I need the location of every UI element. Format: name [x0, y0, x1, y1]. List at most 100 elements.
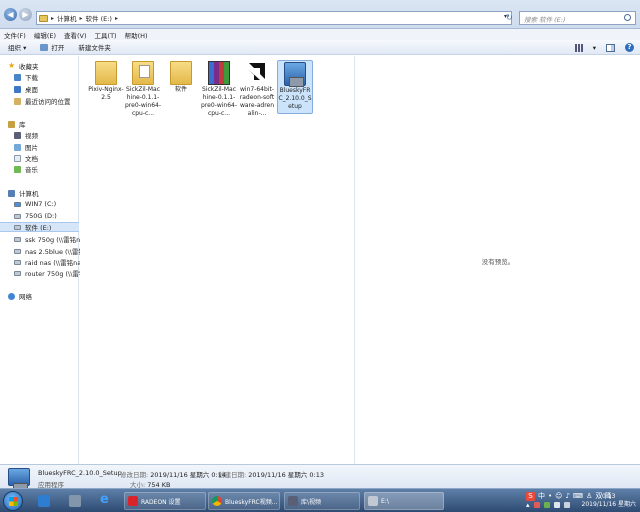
emoji-icon[interactable]: ☺ — [555, 492, 562, 500]
task-label: 库\视频 — [301, 498, 322, 506]
open-button[interactable]: 打开 — [40, 42, 64, 52]
show-hidden-icons[interactable]: ▴ — [526, 501, 530, 509]
nav-net4-label: router 750g (\\雷铭 — [25, 270, 86, 278]
system-tray: S 中 • ☺ ♪ ⌨ ♙ 双 简 ▴ 0:13 2019/11/16 星期六 — [524, 491, 640, 511]
clock[interactable]: 0:13 2019/11/16 星期六 — [582, 493, 637, 509]
view-dropdown-icon[interactable]: ▾ — [593, 44, 596, 52]
change-view-icon[interactable] — [574, 43, 583, 52]
downloads-icon — [14, 73, 21, 81]
nav-drive-e[interactable]: 软件 (E:) — [0, 222, 79, 232]
documents-icon — [14, 154, 21, 162]
nav-drive-d-label: 750G (D:) — [25, 212, 57, 220]
file-name: SickZil-Machine-0.1.1-pre0-win64-cpu-c..… — [201, 86, 237, 117]
drive-icon — [14, 213, 21, 219]
taskbar-pinned-app[interactable] — [32, 492, 56, 510]
menu-view[interactable]: 查看(V) — [64, 30, 87, 40]
punctuation-icon[interactable]: • — [548, 492, 552, 500]
chevron-right-icon: ▸ — [51, 14, 55, 22]
breadcrumb-computer[interactable]: 计算机 — [57, 13, 77, 23]
open-label: 打开 — [51, 44, 65, 52]
modified-label: 修改日期: — [120, 471, 149, 479]
file-item[interactable]: SickZil-Machine-0.1.1-pre0-win64-cpu-c..… — [201, 60, 237, 120]
nav-computer-label: 计算机 — [19, 190, 39, 198]
nav-computer[interactable]: 计算机 — [8, 188, 87, 198]
taskbar-task-radeon[interactable]: RADEON 设置 — [124, 492, 206, 510]
volume-icon[interactable] — [563, 502, 570, 508]
file-item[interactable]: 软件 — [163, 60, 199, 120]
nav-pictures-label: 图片 — [25, 144, 38, 152]
created-value: 2019/11/16 星期六 0:13 — [248, 471, 324, 479]
nav-network[interactable]: 网络 — [8, 291, 87, 301]
network-drive-icon — [14, 259, 21, 265]
nav-libraries[interactable]: 库 — [8, 119, 87, 129]
nav-drive-e-label: 软件 (E:) — [25, 224, 52, 232]
new-folder-button[interactable]: 新建文件夹 — [78, 42, 111, 52]
music-icon — [14, 165, 21, 173]
open-icon — [40, 43, 49, 51]
radeon-icon — [128, 496, 138, 506]
preview-pane: 没有预览。 — [354, 56, 640, 464]
taskbar: e RADEON 设置 BlueskyFRC视频... 库\视频 E:\ S 中… — [0, 488, 640, 512]
installer-icon — [284, 62, 306, 87]
search-input[interactable]: 搜索 软件 (E:) — [519, 11, 636, 25]
network-icon — [8, 292, 15, 300]
media-player-icon — [69, 495, 81, 507]
file-name: Pixiv-Nginx-2.5 — [88, 86, 124, 101]
details-file-name: BlueskyFRC_2.10.0_Setup — [38, 469, 122, 477]
nav-libraries-label: 库 — [19, 121, 26, 129]
file-name: BlueskyFRC_2.10.0_Setup — [278, 87, 312, 110]
library-icon — [8, 120, 15, 128]
taskbar-pinned-app[interactable]: e — [94, 492, 118, 510]
ime-mode[interactable]: 中 — [538, 491, 545, 501]
search-icon — [624, 14, 631, 21]
task-label: RADEON 设置 — [141, 498, 181, 506]
menu-tools[interactable]: 工具(T) — [95, 30, 117, 40]
winrar-archive-icon — [208, 61, 230, 85]
address-bar-region: ◀ ▶ ▸ 计算机 ▸ 软件 (E:) ▸ ▾ ↻ 搜索 软件 (E:) — [0, 0, 640, 29]
internet-explorer-icon: e — [100, 492, 109, 507]
created-label: 创建日期: — [218, 471, 247, 479]
tray-app-icon[interactable] — [533, 502, 540, 508]
menu-file[interactable]: 文件(F) — [4, 30, 26, 40]
taskbar-task-chrome[interactable]: BlueskyFRC视频... — [208, 492, 280, 510]
back-button[interactable]: ◀ — [4, 8, 17, 21]
breadcrumb-drive-e[interactable]: 软件 (E:) — [86, 13, 112, 23]
notification-area: ▴ — [526, 501, 570, 509]
modified-value: 2019/11/16 星期六 0:14 — [150, 471, 226, 479]
command-bar: 组织 ▾ 打开 新建文件夹 ▾ ? — [0, 40, 640, 55]
mic-icon[interactable]: ♪ — [565, 492, 569, 500]
menu-help[interactable]: 帮助(H) — [125, 30, 148, 40]
menu-edit[interactable]: 编辑(E) — [34, 30, 56, 40]
details-pane: BlueskyFRC_2.10.0_Setup 应用程序 修改日期: 2019/… — [0, 464, 640, 493]
tray-app-icon[interactable] — [543, 502, 550, 508]
folder-icon — [95, 61, 117, 85]
network-tray-icon[interactable] — [553, 502, 560, 508]
start-button[interactable] — [3, 491, 23, 511]
file-item[interactable]: Pixiv-Nginx-2.5 — [88, 60, 124, 120]
preview-pane-icon[interactable] — [606, 43, 615, 52]
file-item-selected[interactable]: BlueskyFRC_2.10.0_Setup — [277, 60, 313, 114]
help-icon[interactable]: ? — [625, 43, 634, 52]
nav-videos-label: 视频 — [25, 132, 38, 140]
file-item[interactable]: SickZil-Machine-0.1.1-pre0-win64-cpu-c..… — [125, 60, 161, 120]
nav-favorites[interactable]: ★ 收藏夹 — [8, 61, 87, 72]
taskbar-task-library-videos[interactable]: 库\视频 — [284, 492, 360, 510]
sogou-ime-icon[interactable]: S — [526, 491, 535, 501]
taskbar-pinned-app[interactable] — [63, 492, 87, 510]
file-item[interactable]: win7-64bit-radeon-software-adrenalin-... — [239, 60, 275, 120]
address-bar[interactable]: ▸ 计算机 ▸ 软件 (E:) ▸ ▾ — [36, 11, 512, 25]
pictures-icon — [14, 143, 21, 151]
desktop-icon — [14, 85, 21, 93]
forward-button[interactable]: ▶ — [19, 8, 32, 21]
task-label: BlueskyFRC视频... — [225, 498, 278, 506]
refresh-icon[interactable]: ↻ — [506, 13, 513, 22]
amd-logo-icon — [246, 61, 268, 85]
explorer-icon — [288, 496, 298, 506]
nav-network-label: 网络 — [19, 293, 32, 301]
organize-button[interactable]: 组织 ▾ — [8, 42, 26, 52]
installer-icon — [8, 468, 30, 493]
taskbar-task-drive-e[interactable]: E:\ — [364, 492, 444, 510]
nav-net3-label: raid nas (\\雷铭nas — [25, 259, 85, 267]
nav-recent-label: 最近访问的位置 — [25, 98, 71, 106]
clock-date: 2019/11/16 星期六 — [581, 501, 637, 508]
